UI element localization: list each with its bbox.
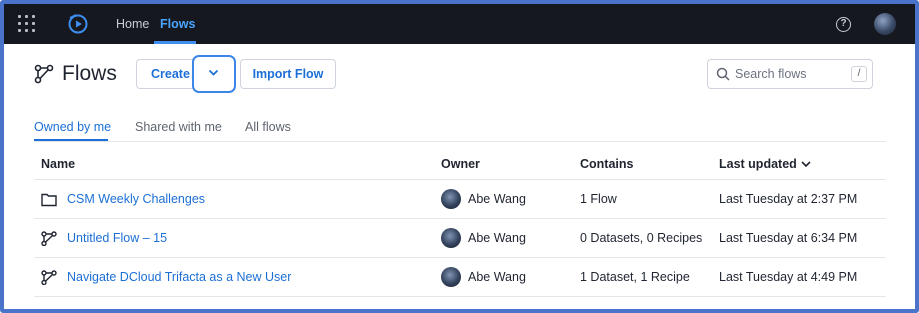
user-avatar[interactable] [874, 13, 896, 35]
column-header-contains[interactable]: Contains [580, 157, 633, 171]
tabs-divider [34, 141, 886, 142]
flow-icon [34, 64, 54, 84]
contains-value: 1 Dataset, 1 Recipe [580, 270, 690, 284]
top-nav-bar: Home Flows ? [4, 4, 915, 44]
column-header-name[interactable]: Name [41, 157, 75, 171]
owner-avatar [441, 189, 461, 209]
tab-shared-with-me[interactable]: Shared with me [135, 120, 222, 134]
flow-name-link[interactable]: Untitled Flow – 15 [67, 231, 167, 245]
search-icon [716, 67, 730, 81]
owner-avatar [441, 228, 461, 248]
column-header-owner[interactable]: Owner [441, 157, 480, 171]
contains-value: 1 Flow [580, 192, 617, 206]
owner-name: Abe Wang [468, 192, 526, 206]
chevron-down-icon [208, 69, 219, 76]
page-title: Flows [62, 62, 117, 85]
flow-icon [41, 270, 57, 285]
search-input[interactable] [735, 65, 845, 83]
table-row[interactable]: Untitled Flow – 15 Abe Wang 0 Datasets, … [34, 219, 886, 258]
nav-home-link[interactable]: Home [116, 17, 149, 31]
folder-icon [41, 193, 57, 207]
sort-descending-icon [801, 161, 811, 168]
product-logo-icon[interactable] [66, 12, 90, 36]
owner-name: Abe Wang [468, 231, 526, 245]
column-header-label: Last updated [719, 157, 797, 171]
help-icon[interactable]: ? [836, 17, 851, 32]
flow-icon [41, 231, 57, 246]
owner-name: Abe Wang [468, 270, 526, 284]
last-updated-value: Last Tuesday at 4:49 PM [719, 270, 858, 284]
search-box: / [707, 59, 873, 89]
column-header-last-updated[interactable]: Last updated [719, 157, 811, 171]
import-flow-button[interactable]: Import Flow [240, 59, 336, 89]
nav-active-indicator [154, 41, 196, 44]
app-launcher-grid-icon[interactable] [18, 15, 36, 33]
tab-all-flows[interactable]: All flows [245, 120, 291, 134]
table-row[interactable]: CSM Weekly Challenges Abe Wang 1 Flow La… [34, 180, 886, 219]
tab-owned-by-me[interactable]: Owned by me [34, 120, 111, 134]
flow-name-link[interactable]: CSM Weekly Challenges [67, 192, 205, 206]
app-window: Home Flows ? Flows Create Import Flow / … [0, 0, 919, 313]
search-shortcut-hint: / [851, 66, 867, 82]
last-updated-value: Last Tuesday at 6:34 PM [719, 231, 858, 245]
owner-avatar [441, 267, 461, 287]
nav-flows-link[interactable]: Flows [160, 17, 195, 31]
contains-value: 0 Datasets, 0 Recipes [580, 231, 703, 245]
table-row[interactable]: Navigate DCloud Trifacta as a New User A… [34, 258, 886, 297]
create-dropdown-button[interactable] [192, 55, 236, 93]
last-updated-value: Last Tuesday at 2:37 PM [719, 192, 858, 206]
flow-name-link[interactable]: Navigate DCloud Trifacta as a New User [67, 270, 291, 284]
row-divider [34, 296, 886, 297]
create-button[interactable]: Create [151, 67, 190, 81]
